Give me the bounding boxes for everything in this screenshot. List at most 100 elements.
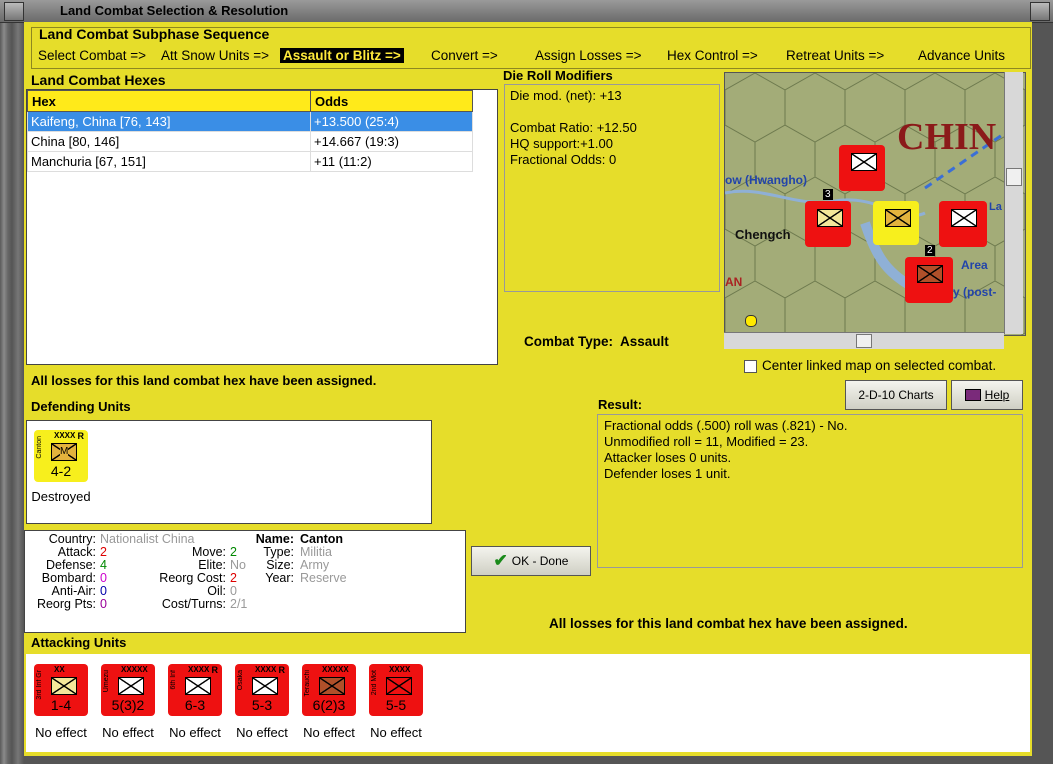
map-vertical-scrollbar[interactable] xyxy=(1004,72,1023,334)
unit-strength: 5(3)2 xyxy=(111,697,145,713)
phase-assign-losses[interactable]: Assign Losses => xyxy=(535,48,642,63)
unit-size: XXXXX xyxy=(121,665,148,674)
militia-unit-icon: M xyxy=(51,443,77,461)
unit-strength: 1-4 xyxy=(50,697,72,713)
status-message-bottom: All losses for this land combat hex have… xyxy=(549,616,908,631)
book-icon xyxy=(964,389,981,401)
table-row[interactable]: Manchuria [67, 151] +11 (11:2) xyxy=(27,151,473,172)
result-line: Fractional odds (.500) roll was (.821) -… xyxy=(604,418,848,433)
unit-strength: 5-5 xyxy=(385,697,407,713)
table-row[interactable]: China [80, 146] +14.667 (19:3) xyxy=(27,131,473,152)
unit-status: No effect xyxy=(35,725,87,740)
help-button[interactable]: Help xyxy=(951,380,1023,410)
unit-name: Canton xyxy=(36,436,43,459)
window-title: Land Combat Selection & Resolution xyxy=(60,3,289,18)
stack-count-badge: 3 xyxy=(823,189,833,200)
infantry-unit-icon xyxy=(319,677,345,695)
detail-values-3: Canton Militia Army Reserve xyxy=(300,533,347,585)
phase-convert[interactable]: Convert => xyxy=(431,48,498,63)
die-mod-net: Die mod. (net): +13 xyxy=(510,88,622,103)
subphase-title: Land Combat Subphase Sequence xyxy=(39,26,270,42)
phase-assault-or-blitz[interactable]: Assault or Blitz => xyxy=(280,48,404,63)
unit-strength: 5-3 xyxy=(251,697,273,713)
center-map-checkbox[interactable] xyxy=(744,360,757,373)
map-label-river: ow (Hwangho) xyxy=(725,173,807,187)
die-roll-panel xyxy=(504,84,720,292)
linked-map[interactable]: CHIN ow (Hwangho) Chengch Area La y (pos… xyxy=(724,72,1026,336)
attacking-unit[interactable]: Terauchi XXXXX 6(2)3 xyxy=(302,664,356,716)
phase-select-combat[interactable]: Select Combat => xyxy=(38,48,146,63)
attacking-unit[interactable]: 6th Inf XXXX R 6-3 xyxy=(168,664,222,716)
infantry-unit-icon xyxy=(386,677,412,695)
unit-status: No effect xyxy=(236,725,288,740)
phase-att-snow-units[interactable]: Att Snow Units => xyxy=(161,48,269,63)
unit-status: No effect xyxy=(169,725,221,740)
system-menu-icon[interactable] xyxy=(4,2,24,21)
hexes-table-panel: Hex Odds Kaifeng, China [76, 143] +13.50… xyxy=(26,89,498,365)
map-marker-icon xyxy=(745,315,757,327)
hexes-title: Land Combat Hexes xyxy=(31,72,166,88)
attacking-unit[interactable]: 3rd Inf Gr XX 1-4 xyxy=(34,664,88,716)
map-unit-osaka[interactable] xyxy=(939,201,987,247)
unit-rank: R xyxy=(211,665,219,675)
map-unit-3rd-inf[interactable] xyxy=(805,201,851,247)
hex-cell: Kaifeng, China [76, 143] xyxy=(27,111,311,132)
col-header-hex[interactable]: Hex xyxy=(27,90,311,112)
ok-done-button[interactable]: ✔ OK - Done xyxy=(471,546,591,576)
unit-name: Osaka xyxy=(237,670,244,691)
unit-name: Umezu xyxy=(103,670,110,693)
result-title: Result: xyxy=(598,397,643,412)
map-unit-terauchi[interactable] xyxy=(905,257,953,303)
detail-labels-3: Name: Type: Size: Year: xyxy=(255,532,294,585)
combat-type-label: Combat Type: xyxy=(524,334,614,349)
defending-title: Defending Units xyxy=(31,399,131,414)
map-label-la: La xyxy=(989,201,1002,213)
close-icon[interactable] xyxy=(1030,2,1050,21)
map-vscroll-thumb[interactable] xyxy=(1006,168,1022,186)
title-bar[interactable]: Land Combat Selection & Resolution xyxy=(0,0,1053,23)
hex-cell: China [80, 146] xyxy=(27,131,311,152)
result-line: Attacker loses 0 units. xyxy=(604,450,732,465)
attacking-unit[interactable]: 2nd Mot XXXX 5-5 xyxy=(369,664,423,716)
map-unit-canton[interactable] xyxy=(873,201,919,245)
unit-strength: 6(2)3 xyxy=(312,697,346,713)
defending-unit-canton[interactable]: Canton XXXX R M 4-2 xyxy=(34,430,88,482)
attacking-unit[interactable]: Osaka XXXX R 5-3 xyxy=(235,664,289,716)
detail-labels-2: Move: Elite: Reorg Cost: Oil: Cost/Turns: xyxy=(159,545,226,611)
phase-retreat-units[interactable]: Retreat Units => xyxy=(786,48,884,63)
odds-cell: +11 (11:2) xyxy=(310,151,473,172)
unit-status: No effect xyxy=(303,725,355,740)
country-value: Nationalist China xyxy=(100,532,195,546)
charts-button[interactable]: 2-D-10 Charts xyxy=(845,380,947,410)
hexes-table: Hex Odds Kaifeng, China [76, 143] +13.50… xyxy=(27,90,473,172)
odds-cell: +13.500 (25:4) xyxy=(310,111,473,132)
detail-labels-1: Country: Attack: Defense: Bombard: Anti-Air… xyxy=(36,532,96,611)
map-label-china: CHIN xyxy=(897,116,997,158)
table-row[interactable]: Kaifeng, China [76, 143] +13.500 (25:4) xyxy=(27,111,473,132)
combat-type: Combat Type: Assault xyxy=(524,334,669,349)
year-value: Reserve xyxy=(300,571,347,585)
costturns-value: 2/1 xyxy=(230,597,248,611)
fractional-odds: Fractional Odds: 0 xyxy=(510,152,617,167)
attacking-unit[interactable]: Umezu XXXXX 5(3)2 xyxy=(101,664,155,716)
phase-advance-units[interactable]: Advance Units xyxy=(918,48,1005,63)
unit-status: No effect xyxy=(102,725,154,740)
map-hscroll-thumb[interactable] xyxy=(856,334,872,348)
die-roll-title: Die Roll Modifiers xyxy=(503,68,613,83)
col-header-odds[interactable]: Odds xyxy=(310,90,473,112)
map-label-post: y (post- xyxy=(953,285,997,299)
help-button-label: Help xyxy=(984,388,1010,402)
result-line: Defender loses 1 unit. xyxy=(604,466,731,481)
unit-status: Destroyed xyxy=(31,489,91,504)
checkmark-icon: ✔ xyxy=(493,551,508,570)
unit-name: 3rd Inf Gr xyxy=(36,670,43,700)
map-unit-6th-inf[interactable] xyxy=(839,145,885,191)
unit-size: XXXX xyxy=(255,665,277,674)
hq-support: HQ support:+1.00 xyxy=(510,136,613,151)
phase-hex-control[interactable]: Hex Control => xyxy=(667,48,758,63)
unit-rank: R xyxy=(278,665,286,675)
infantry-unit-icon xyxy=(118,677,144,695)
detail-values-2: 2 No 2 0 2/1 xyxy=(230,546,247,611)
infantry-unit-icon xyxy=(51,677,77,695)
hex-cell: Manchuria [67, 151] xyxy=(27,151,311,172)
